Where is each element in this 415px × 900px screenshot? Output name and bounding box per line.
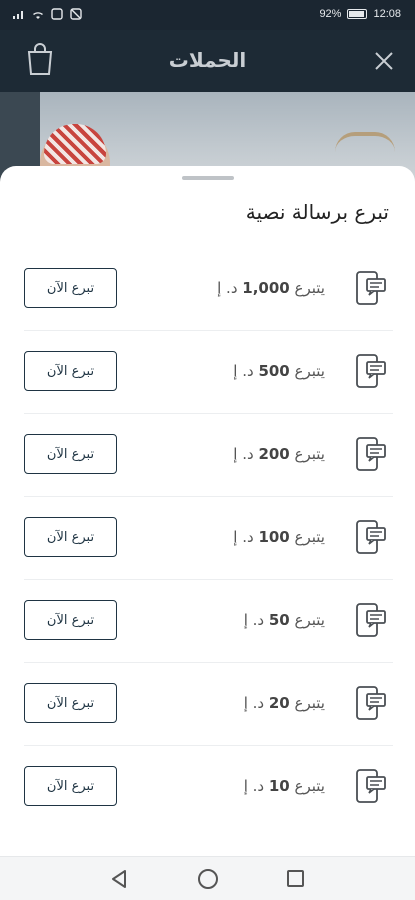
donation-row: يتبرع 10 د. إ تبرع الآن xyxy=(24,746,393,829)
nfc-icon xyxy=(51,8,63,20)
sms-phone-icon xyxy=(356,520,386,554)
sms-phone-icon xyxy=(356,437,386,471)
mute-icon xyxy=(70,8,82,20)
donate-now-button[interactable]: تبرع الآن xyxy=(24,683,117,723)
donate-now-button[interactable]: تبرع الآن xyxy=(24,517,117,557)
app-header: الحملات xyxy=(0,30,415,92)
sms-phone-icon xyxy=(356,686,386,720)
donation-amount: يتبرع 50 د. إ xyxy=(243,611,325,629)
donation-row: يتبرع 1,000 د. إ تبرع الآن xyxy=(24,248,393,331)
donate-now-button[interactable]: تبرع الآن xyxy=(24,351,117,391)
status-icons-right: 92% 12:08 xyxy=(319,8,401,20)
banner-ghutra xyxy=(44,124,106,164)
status-icons-left xyxy=(12,8,83,20)
sms-phone-icon xyxy=(356,271,386,305)
donation-amount: يتبرع 500 د. إ xyxy=(233,362,325,380)
recent-apps-icon[interactable] xyxy=(287,870,304,887)
donate-now-button[interactable]: تبرع الآن xyxy=(24,766,117,806)
sms-phone-icon xyxy=(356,354,386,388)
donation-amount: يتبرع 10 د. إ xyxy=(243,777,325,795)
clock: 12:08 xyxy=(373,8,401,20)
signal-icon xyxy=(13,11,23,19)
sheet-title: تبرع برسالة نصية xyxy=(245,200,389,224)
donation-row: يتبرع 50 د. إ تبرع الآن xyxy=(24,580,393,663)
donation-row: يتبرع 200 د. إ تبرع الآن xyxy=(24,414,393,497)
page-title: الحملات xyxy=(168,48,247,72)
donation-sheet: تبرع برسالة نصية يتبرع 1,000 د. إ تبرع ا… xyxy=(0,166,415,856)
battery-icon xyxy=(347,9,368,19)
donation-amount: يتبرع 200 د. إ xyxy=(233,445,325,463)
close-icon[interactable] xyxy=(371,48,397,74)
donation-list: يتبرع 1,000 د. إ تبرع الآن يتبرع 500 د. … xyxy=(24,248,393,829)
sms-phone-icon xyxy=(356,603,386,637)
donation-row: يتبرع 100 د. إ تبرع الآن xyxy=(24,497,393,580)
wifi-icon xyxy=(33,12,43,19)
donation-amount: يتبرع 20 د. إ xyxy=(243,694,325,712)
donation-amount: يتبرع 100 د. إ xyxy=(233,528,325,546)
donation-row: يتبرع 20 د. إ تبرع الآن xyxy=(24,663,393,746)
donation-amount: يتبرع 1,000 د. إ xyxy=(217,279,325,297)
system-nav-bar xyxy=(0,856,415,900)
home-icon[interactable] xyxy=(198,869,218,889)
back-icon[interactable] xyxy=(110,869,128,889)
donate-now-button[interactable]: تبرع الآن xyxy=(24,268,117,308)
donation-row: يتبرع 500 د. إ تبرع الآن xyxy=(24,331,393,414)
donate-now-button[interactable]: تبرع الآن xyxy=(24,600,117,640)
battery-percent: 92% xyxy=(319,8,342,20)
donate-now-button[interactable]: تبرع الآن xyxy=(24,434,117,474)
status-bar: 92% 12:08 xyxy=(0,0,415,30)
sms-phone-icon xyxy=(356,769,386,803)
sheet-drag-handle[interactable] xyxy=(182,176,234,180)
